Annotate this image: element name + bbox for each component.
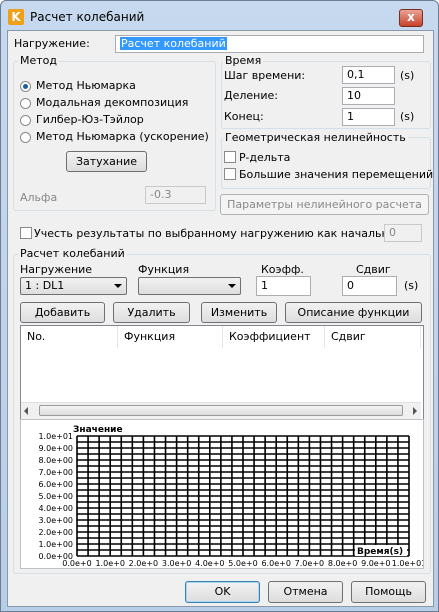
column-header-shift[interactable]: Сдвиг — [325, 326, 421, 348]
alpha-field[interactable]: -0.3 — [145, 186, 206, 204]
scroll-left-icon[interactable] — [24, 407, 28, 415]
time-step-label: Шаг времени: — [224, 69, 306, 82]
cancel-button[interactable]: Отмена — [268, 581, 343, 603]
nonlinear-group-title: Геометрическая нелинейность — [223, 131, 408, 144]
vib-load-combo[interactable]: 1 : DL1 — [20, 277, 127, 295]
y-tick-label: 3.0e+00 — [38, 516, 73, 525]
y-axis-label: Значение — [73, 425, 123, 435]
x-tick-label: 4.0e+0 — [195, 559, 224, 568]
ok-button[interactable]: OK — [185, 581, 260, 603]
horizontal-scrollbar[interactable] — [21, 402, 421, 419]
x-tick-label: 9.0e+0 — [361, 559, 390, 568]
y-tick-label: 9.0e+00 — [38, 444, 73, 453]
initial-results-field[interactable]: 0 — [384, 224, 422, 242]
chart-svg: 1.0e+01 9.0e+00 8.0e+00 7.0e+00 6.0e+00 5.0e+… — [38, 425, 426, 568]
y-tick-label: 8.0e+00 — [38, 456, 73, 465]
vib-load-label: Нагружение — [20, 263, 93, 276]
radio-hht[interactable] — [20, 115, 31, 126]
end-unit: (s) — [400, 110, 415, 123]
title-bar[interactable]: K Расчет колебаний x — [1, 1, 438, 31]
y-tick-label: 1.0e+01 — [38, 432, 73, 441]
radio-newmark-accel[interactable] — [20, 132, 31, 143]
division-field[interactable]: 10 — [342, 87, 395, 105]
x-tick-label: 0.0e+0 — [62, 559, 91, 568]
time-group-title: Время — [223, 54, 264, 67]
initial-results-label[interactable]: Учесть результаты по выбранному нагружен… — [34, 227, 404, 240]
initial-results-checkbox[interactable] — [20, 227, 32, 239]
load-label: Нагружение: — [14, 37, 90, 50]
time-step-unit: (s) — [400, 69, 415, 82]
method-group-title: Метод — [18, 54, 60, 67]
large-disp-checkbox[interactable] — [224, 168, 236, 180]
nonlinear-params-button[interactable]: Параметры нелинейного расчета — [220, 194, 429, 215]
radio-newmark-accel-label[interactable]: Метод Ньюмарка (ускорение) — [36, 130, 209, 143]
alpha-label: Альфа — [20, 191, 58, 204]
column-header-no[interactable]: No. — [21, 326, 118, 348]
load-name-value: Расчет колебаний — [120, 37, 227, 50]
close-icon: x — [407, 10, 415, 24]
dialog-client: Нагружение: Расчет колебаний Метод Метод… — [7, 30, 434, 607]
x-tick-label: 1.0e+01 — [392, 559, 423, 568]
y-tick-label: 6.0e+00 — [38, 480, 73, 489]
vib-function-combo[interactable] — [138, 277, 241, 295]
window-title: Расчет колебаний — [30, 10, 145, 24]
y-tick-label: 2.0e+00 — [38, 528, 73, 537]
end-label: Конец: — [224, 110, 264, 123]
vib-function-label: Функция — [138, 263, 190, 276]
y-tick-label: 4.0e+00 — [38, 504, 73, 513]
x-tick-label: 6.0e+0 — [261, 559, 290, 568]
radio-hht-label[interactable]: Гилбер-Юз-Тэйлор — [36, 113, 144, 126]
add-button[interactable]: Добавить — [20, 302, 105, 323]
scroll-right-icon[interactable] — [413, 407, 417, 415]
time-function-chart: 1.0e+01 9.0e+00 8.0e+00 7.0e+00 6.0e+00 5.0e+… — [20, 419, 426, 569]
division-label: Деление: — [224, 89, 278, 102]
column-header-coefficient[interactable]: Коэффициент — [223, 326, 325, 348]
scroll-thumb[interactable] — [39, 405, 403, 416]
x-tick-label: 8.0e+0 — [328, 559, 357, 568]
radio-newmark-label[interactable]: Метод Ньюмарка — [36, 79, 136, 92]
radio-newmark[interactable] — [20, 81, 31, 92]
change-button[interactable]: Изменить — [201, 302, 277, 323]
pdelta-checkbox[interactable] — [224, 151, 236, 163]
pdelta-label[interactable]: P-дельта — [239, 151, 290, 164]
chevron-down-icon — [228, 284, 236, 288]
x-tick-label: 3.0e+0 — [162, 559, 191, 568]
damping-button[interactable]: Затухание — [66, 151, 147, 172]
vib-coef-field[interactable]: 1 — [256, 276, 311, 296]
chevron-down-icon — [114, 284, 122, 288]
radio-modal-label[interactable]: Модальная декомпозиция — [36, 96, 188, 109]
y-tick-label: 1.0e+00 — [38, 540, 73, 549]
x-tick-label: 5.0e+0 — [228, 559, 257, 568]
x-tick-label: 7.0e+0 — [295, 559, 324, 568]
y-tick-label: 5.0e+00 — [38, 492, 73, 501]
vib-shift-label: Сдвиг — [356, 263, 391, 276]
help-button[interactable]: Помощь — [351, 581, 426, 603]
radio-modal[interactable] — [20, 98, 31, 109]
y-tick-label: 7.0e+00 — [38, 468, 73, 477]
app-icon: K — [8, 9, 24, 25]
functions-table[interactable]: No. Функция Коэффициент Сдвиг — [20, 325, 424, 421]
dialog-window: K Расчет колебаний x Нагружение: Расчет … — [0, 0, 439, 612]
end-field[interactable]: 1 — [342, 108, 395, 126]
large-disp-label[interactable]: Большие значения перемещений — [239, 168, 433, 181]
x-tick-label: 1.0e+0 — [95, 559, 124, 568]
vib-load-value: 1 : DL1 — [25, 279, 65, 292]
x-tick-label: 2.0e+0 — [129, 559, 158, 568]
vib-shift-unit: (s) — [404, 279, 419, 292]
time-step-field[interactable]: 0,1 — [342, 66, 395, 84]
close-button[interactable]: x — [399, 9, 423, 27]
vib-shift-field[interactable]: 0 — [342, 276, 397, 296]
vib-coef-label: Коэфф. — [261, 263, 304, 276]
load-name-field[interactable]: Расчет колебаний — [115, 35, 424, 53]
vibration-group-title: Расчет колебаний — [18, 247, 127, 260]
describe-function-button[interactable]: Описание функции — [285, 302, 422, 323]
delete-button[interactable]: Удалить — [113, 302, 190, 323]
column-header-function[interactable]: Функция — [118, 326, 223, 348]
x-axis-label: Время(s) — [357, 547, 403, 557]
